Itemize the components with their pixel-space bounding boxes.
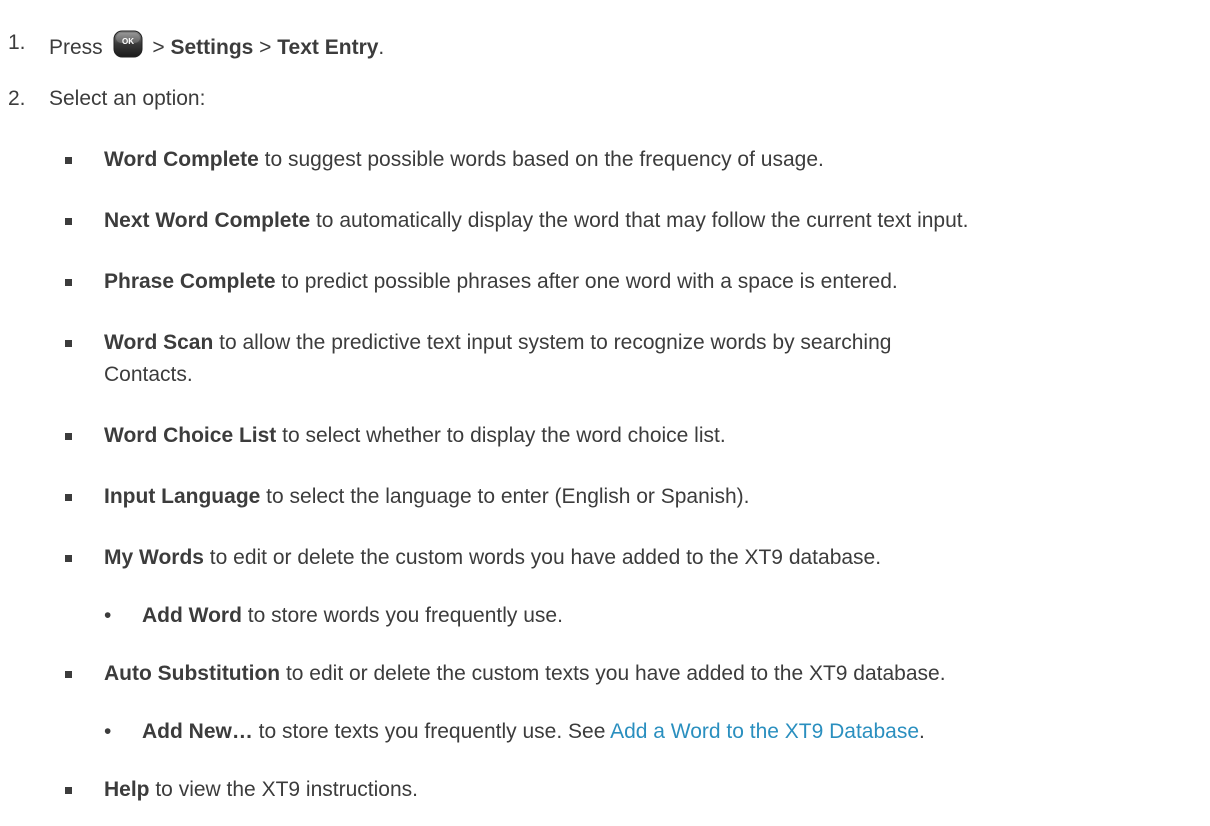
option-term: Next Word Complete <box>104 209 311 232</box>
list-item: Help to view the XT9 instructions. <box>104 777 418 803</box>
list-item: Word Choice List to select whether to di… <box>104 423 726 449</box>
list-item: Phrase Complete to predict possible phra… <box>104 269 898 295</box>
step-1-sep1: > <box>152 36 165 59</box>
list-item: Input Language to select the language to… <box>104 484 749 510</box>
option-term: Word Scan <box>104 331 214 354</box>
step-2-number: 2. <box>8 87 26 110</box>
step-1-text-entry: Text Entry <box>277 36 379 59</box>
list-item: My Words to edit or delete the custom wo… <box>104 545 881 571</box>
option-term: Input Language <box>104 485 261 508</box>
list-item: Word Scan to allow the predictive text i… <box>104 330 891 356</box>
option-term: Word Choice List <box>104 424 277 447</box>
option-after: . <box>919 720 925 743</box>
bullet-square-icon <box>65 279 72 286</box>
step-1-number: 1. <box>8 31 26 54</box>
list-item-continuation: Contacts. <box>104 363 193 386</box>
bullet-square-icon <box>65 494 72 501</box>
bullet-square-icon <box>65 671 72 678</box>
list-item: Auto Substitution to edit or delete the … <box>104 661 946 687</box>
option-desc: to store words you frequently use. <box>241 604 563 627</box>
ok-key-icon: OK <box>113 30 143 58</box>
bullet-square-icon <box>65 787 72 794</box>
bullet-square-icon <box>65 555 72 562</box>
option-desc: to predict possible phrases after one wo… <box>275 270 898 293</box>
option-term: Auto Substitution <box>104 662 281 685</box>
bullet-dot-icon: • <box>104 720 112 743</box>
option-term: Phrase Complete <box>104 270 276 293</box>
step-1-settings: Settings <box>170 36 254 59</box>
bullet-square-icon <box>65 218 72 225</box>
option-desc: to allow the predictive text input syste… <box>213 331 892 354</box>
bullet-square-icon <box>65 433 72 440</box>
option-term: Add Word <box>142 604 242 627</box>
option-term: Word Complete <box>104 148 259 171</box>
option-desc: to edit or delete the custom words you h… <box>203 546 882 569</box>
step-1-sep2: > <box>259 36 272 59</box>
svg-text:OK: OK <box>122 37 134 46</box>
option-desc: to suggest possible words based on the f… <box>258 148 824 171</box>
list-item: Next Word Complete to automatically disp… <box>104 208 968 234</box>
list-item: Add Word to store words you frequently u… <box>142 603 563 629</box>
option-desc: to automatically display the word that m… <box>310 209 969 232</box>
bullet-dot-icon: • <box>104 604 112 627</box>
list-item: Add New… to store texts you frequently u… <box>142 719 925 745</box>
xt9-database-link[interactable]: Add a Word to the XT9 Database <box>610 720 919 743</box>
option-desc: to store texts you frequently use. See <box>252 720 611 743</box>
option-desc: to view the XT9 instructions. <box>149 778 418 801</box>
list-item: Word Complete to suggest possible words … <box>104 147 824 173</box>
bullet-square-icon <box>65 340 72 347</box>
step-1-suffix: . <box>378 36 385 59</box>
step-1-prefix: Press <box>49 36 103 59</box>
option-desc: to select whether to display the word ch… <box>276 424 726 447</box>
option-term: My Words <box>104 546 204 569</box>
option-desc: to edit or delete the custom texts you h… <box>280 662 946 685</box>
step-2-text: Select an option: <box>49 87 206 110</box>
step-1-text: Press OK > Settings > Text Entry. <box>49 30 384 61</box>
option-term: Help <box>104 778 150 801</box>
bullet-square-icon <box>65 157 72 164</box>
option-desc: to select the language to enter (English… <box>260 485 750 508</box>
option-term: Add New… <box>142 720 253 743</box>
